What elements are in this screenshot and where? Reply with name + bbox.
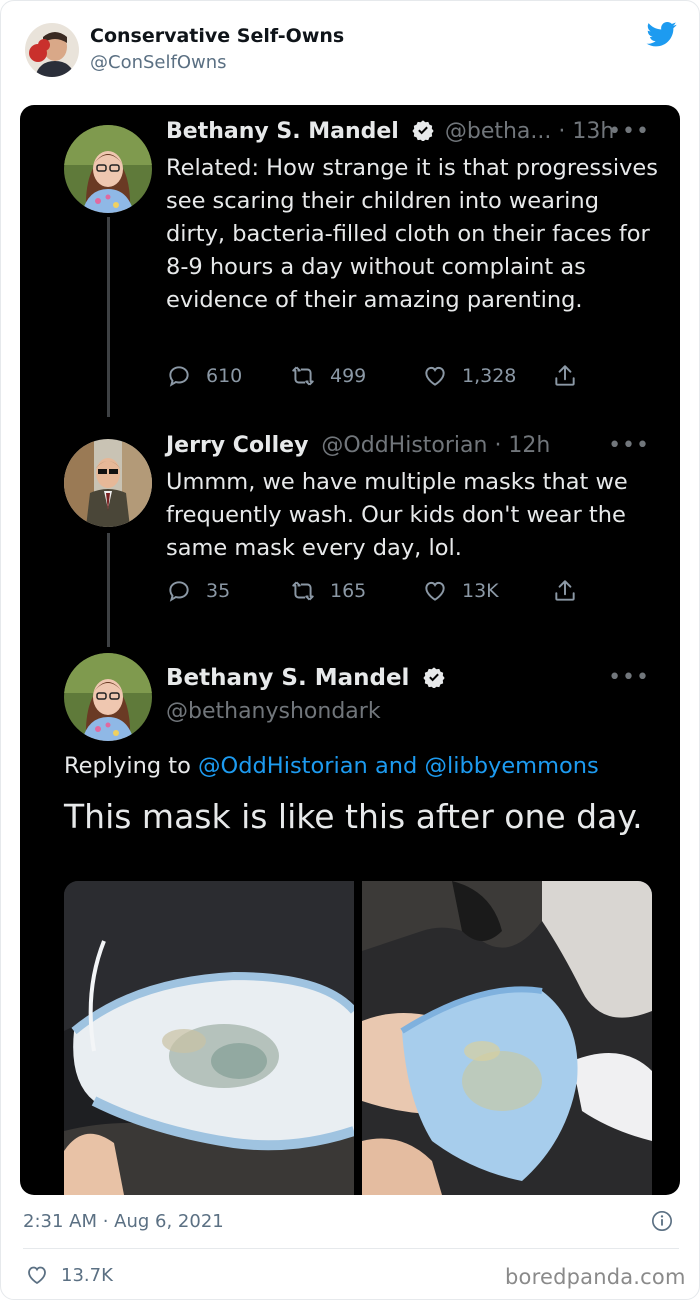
verified-badge-icon [412, 120, 434, 141]
tweet-header: Jerry Colley @OddHistorian · 12h [166, 433, 550, 458]
avatar[interactable] [64, 125, 152, 213]
footer-divider [23, 1248, 679, 1249]
share-button[interactable] [552, 363, 578, 389]
like-total: 13.7K [61, 1264, 113, 1286]
heart-icon [28, 1266, 46, 1285]
retweet-button[interactable]: 165 [290, 578, 366, 604]
like-button[interactable]: 1,328 [422, 363, 516, 389]
watermark: boredpanda.com [505, 1265, 686, 1289]
retweet-icon [292, 366, 314, 386]
reply-count: 610 [206, 365, 243, 387]
like-count: 1,328 [462, 365, 517, 387]
more-dots-icon[interactable]: ••• [608, 433, 650, 458]
author-name[interactable]: Jerry Colley [166, 433, 308, 458]
tweet-actions: 610 499 1,328 [166, 363, 586, 393]
replying-to: Replying to @OddHistorian and @libbyemmo… [64, 753, 599, 779]
like-summary[interactable]: 13.7K [25, 1263, 113, 1287]
tweet-text: Ummm, we have multiple masks that we fre… [166, 469, 628, 561]
tweet-header: Bethany S. Mandel @betha... · 13h [166, 119, 614, 144]
embedded-screenshot: Bethany S. Mandel @betha... · 13h ••• Re… [20, 105, 680, 1195]
retweet-button[interactable]: 499 [290, 363, 366, 389]
mask-photo-left[interactable] [64, 881, 354, 1195]
retweet-icon [292, 581, 314, 601]
share-button[interactable] [552, 578, 578, 604]
tweet-meta: @OddHistorian · 12h [321, 433, 551, 458]
reply-button[interactable]: 610 [166, 363, 242, 389]
like-icon [425, 366, 445, 386]
author-handle[interactable]: @bethanyshondark [166, 699, 381, 724]
reply-icon [169, 366, 189, 387]
replying-to-link[interactable]: @OddHistorian and @libbyemmons [198, 753, 599, 779]
tweet-text: Related: How strange it is that progress… [166, 155, 659, 313]
more-dots-icon[interactable]: ••• [608, 665, 650, 690]
share-icon [555, 365, 575, 386]
account-handle[interactable]: @ConSelfOwns [90, 52, 227, 73]
like-button[interactable]: 13K [422, 578, 499, 604]
account-name[interactable]: Conservative Self-Owns [90, 25, 344, 47]
mask-photo-right[interactable] [362, 881, 652, 1195]
more-dots-icon[interactable]: ••• [608, 119, 650, 144]
author-name-text: Bethany S. Mandel [166, 665, 410, 691]
reply-button[interactable]: 35 [166, 578, 230, 604]
reply-count: 35 [206, 580, 231, 602]
retweet-count: 499 [330, 365, 367, 387]
tweet-timestamp[interactable]: 2:31 AM · Aug 6, 2021 [23, 1211, 224, 1232]
account-avatar[interactable] [25, 23, 79, 77]
retweet-count: 165 [330, 580, 367, 602]
verified-badge-icon [423, 667, 446, 688]
tweet-meta: @betha... · 13h [444, 119, 615, 144]
main-tweet-text: This mask is like this after one day. [64, 797, 643, 836]
reply-icon [169, 581, 189, 602]
replying-prefix: Replying to [64, 753, 191, 779]
share-icon [555, 580, 575, 601]
thread-line [107, 533, 110, 647]
twitter-bird-icon[interactable] [645, 19, 679, 49]
author-name[interactable]: Bethany S. Mandel [166, 665, 449, 691]
avatar[interactable] [64, 653, 152, 741]
like-icon [425, 581, 445, 601]
like-count: 13K [462, 580, 499, 602]
avatar[interactable] [64, 439, 152, 527]
tweet-actions: 35 165 13K [166, 578, 586, 608]
tweet-card: Conservative Self-Owns @ConSelfOwns Beth… [0, 0, 700, 1300]
author-name[interactable]: Bethany S. Mandel [166, 119, 399, 144]
thread-line [107, 217, 110, 417]
info-icon[interactable] [651, 1210, 673, 1232]
